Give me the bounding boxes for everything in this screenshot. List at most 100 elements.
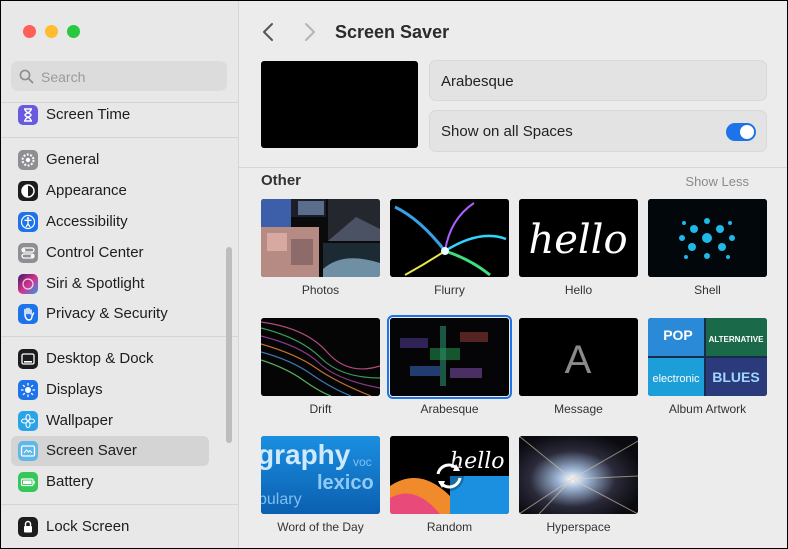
saver-label: Photos (301, 283, 340, 297)
shell-thumbnail (648, 199, 767, 277)
album-word: ALTERNATIVE (709, 335, 764, 344)
sidebar-item-label: Control Center (46, 244, 144, 261)
divider (1, 336, 238, 337)
appearance-icon (18, 181, 38, 201)
drift-thumbnail (261, 318, 380, 396)
saver-label: Arabesque (420, 402, 479, 416)
dock-icon (18, 349, 38, 369)
sidebar-item-siri-spotlight[interactable]: Siri & Spotlight (11, 269, 209, 299)
message-thumbnail: A (519, 318, 638, 396)
search-icon (19, 69, 34, 84)
saver-flurry[interactable]: Flurry (390, 199, 509, 297)
saver-label: Flurry (434, 283, 465, 297)
page-title: Screen Saver (335, 22, 450, 42)
sidebar-item-label: Displays (46, 381, 103, 398)
search-placeholder: Search (41, 69, 86, 85)
divider (1, 504, 238, 505)
word-fragment: bulary (261, 491, 302, 508)
sidebar-item-screen-time[interactable]: Screen Time (11, 100, 209, 130)
saver-hyperspace[interactable]: Hyperspace (519, 436, 638, 534)
sidebar-item-displays[interactable]: Displays (11, 375, 209, 405)
divider (1, 137, 238, 138)
hand-icon (18, 304, 38, 324)
control-center-icon (18, 243, 38, 263)
search-input[interactable]: Search (11, 61, 227, 91)
sidebar-item-control-center[interactable]: Control Center (11, 238, 209, 268)
saver-label: Hyperspace (546, 520, 611, 534)
chevron-right-icon (305, 23, 315, 41)
settings-window: Search Screen Time General Appearance Ac… (1, 1, 787, 548)
gear-icon (18, 150, 38, 170)
sidebar-item-label: Wallpaper (46, 412, 113, 429)
saver-label: Message (554, 402, 603, 416)
saver-arabesque[interactable]: Arabesque (387, 315, 512, 416)
word-fragment: voc (353, 455, 372, 469)
saver-label: Word of the Day (277, 520, 364, 534)
flurry-thumbnail (390, 199, 509, 277)
sidebar-item-label: Privacy & Security (46, 305, 168, 322)
photos-thumbnail (261, 199, 380, 277)
sidebar-item-screen-saver[interactable]: Screen Saver (11, 436, 209, 466)
close-button[interactable] (23, 25, 36, 38)
saver-label: Hello (564, 283, 593, 297)
sidebar-item-general[interactable]: General (11, 145, 209, 175)
album-artwork-thumbnail: POP ALTERNATIVE electronic BLUES (648, 318, 767, 396)
saver-photos[interactable]: Photos (261, 199, 380, 297)
saver-word-of-the-day[interactable]: graphy voc lexico bulary Word of the Day (261, 436, 380, 534)
show-all-spaces-toggle[interactable] (726, 123, 756, 141)
back-button[interactable] (259, 20, 279, 44)
siri-icon (18, 274, 38, 294)
sidebar-item-label: Battery (46, 473, 94, 490)
sidebar-item-label: Siri & Spotlight (46, 275, 145, 292)
show-all-spaces-label: Show on all Spaces (441, 123, 573, 140)
sidebar-item-privacy-security[interactable]: Privacy & Security (11, 299, 209, 329)
show-less-button[interactable]: Show Less (685, 174, 749, 189)
arabesque-thumbnail (387, 315, 512, 399)
saver-label: Drift (309, 402, 332, 416)
forward-button[interactable] (299, 20, 319, 44)
hourglass-icon (18, 105, 38, 125)
sidebar-item-desktop-dock[interactable]: Desktop & Dock (11, 344, 209, 374)
saver-random[interactable]: hello Random (390, 436, 509, 534)
sidebar-item-label: Desktop & Dock (46, 350, 154, 367)
word-fragment: lexico (317, 472, 374, 494)
message-letter: A (565, 338, 592, 382)
selected-saver-field[interactable]: Arabesque (429, 60, 767, 101)
zoom-button[interactable] (67, 25, 80, 38)
saver-album-artwork[interactable]: POP ALTERNATIVE electronic BLUES Album A… (648, 318, 767, 416)
sun-icon (18, 380, 38, 400)
battery-icon (18, 472, 38, 492)
sidebar-item-label: General (46, 151, 100, 168)
accessibility-icon (18, 212, 38, 232)
album-word: BLUES (712, 369, 759, 385)
section-title: Other (261, 172, 302, 189)
screen-saver-icon (18, 441, 38, 461)
sidebar-item-wallpaper[interactable]: Wallpaper (11, 406, 209, 436)
sidebar-item-label: Screen Time (46, 106, 131, 123)
sidebar-scrollbar[interactable] (226, 247, 232, 443)
saver-shell[interactable]: Shell (648, 199, 767, 297)
saver-drift[interactable]: Drift (261, 318, 380, 416)
word-fragment: graphy (261, 439, 351, 470)
hello-thumbnail: hello (519, 199, 638, 277)
svg-text:hello: hello (528, 217, 627, 263)
flower-icon (18, 411, 38, 431)
screen-saver-preview (261, 61, 418, 148)
saver-label: Album Artwork (668, 402, 747, 416)
divider (239, 167, 787, 168)
sidebar-item-lock-screen[interactable]: Lock Screen (11, 512, 209, 542)
saver-hello[interactable]: hello Hello (519, 199, 638, 297)
sidebar-item-battery[interactable]: Battery (11, 467, 209, 497)
hyperspace-thumbnail (519, 436, 638, 514)
saver-message[interactable]: A Message (519, 318, 638, 416)
main-pane: Screen Saver Arabesque Show on all Space… (239, 1, 787, 548)
chevron-left-icon (263, 23, 273, 41)
word-of-the-day-thumbnail: graphy voc lexico bulary (261, 436, 380, 514)
show-all-spaces-row: Show on all Spaces (429, 110, 767, 152)
sidebar-item-accessibility[interactable]: Accessibility (11, 207, 209, 237)
selected-saver-name: Arabesque (441, 73, 514, 90)
sidebar-item-label: Lock Screen (46, 518, 130, 535)
sidebar-item-label: Screen Saver (46, 442, 137, 459)
minimize-button[interactable] (45, 25, 58, 38)
sidebar-item-appearance[interactable]: Appearance (11, 176, 209, 206)
